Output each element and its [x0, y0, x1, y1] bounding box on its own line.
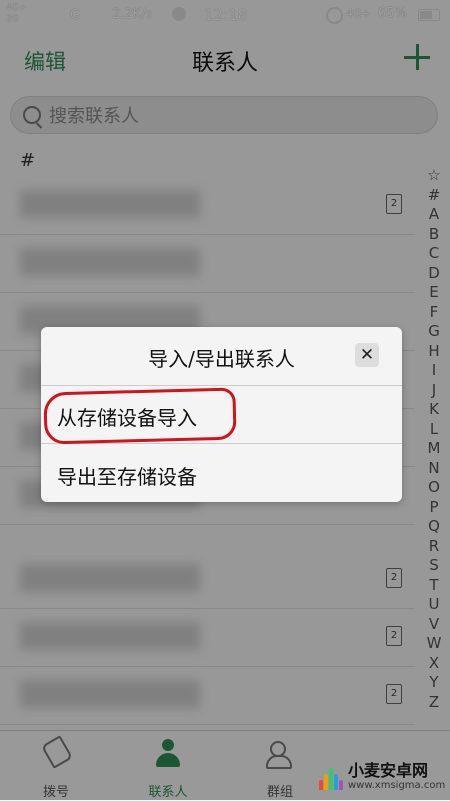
close-icon[interactable]: ✕ — [355, 343, 379, 367]
watermark: 小麦安卓网 www.xmsigma.com — [348, 762, 445, 792]
watermark-name: 小麦安卓网 — [348, 761, 429, 780]
red-highlight-annotation — [43, 387, 237, 445]
divider — [41, 385, 402, 386]
dialog-title: 导入/导出联系人 — [148, 347, 295, 371]
export-to-storage-option[interactable]: 导出至存储设备 — [57, 461, 197, 490]
watermark-url: www.xmsigma.com — [348, 780, 446, 791]
watermark-logo-icon — [318, 764, 344, 790]
